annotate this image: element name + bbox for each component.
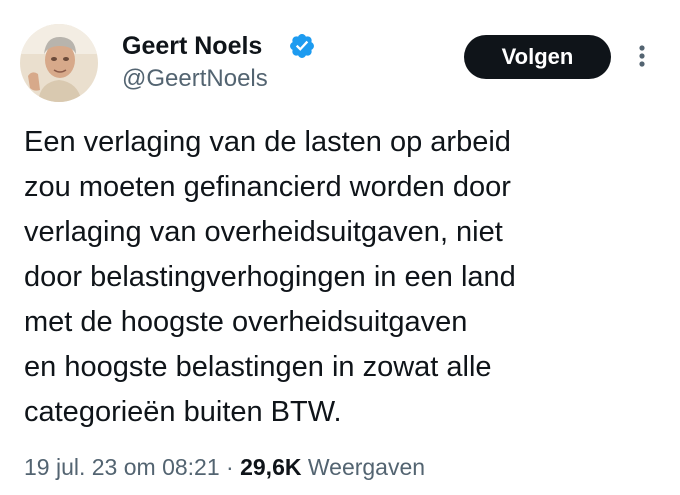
views-label[interactable]: Weergaven xyxy=(308,454,425,480)
views-count[interactable]: 29,6K xyxy=(240,454,301,480)
follow-button[interactable]: Volgen xyxy=(464,35,611,79)
tweet-card: Geert Noels @GeertNoels Volgen Een verla… xyxy=(0,0,680,495)
author-handle[interactable]: @GeertNoels xyxy=(122,64,268,94)
tweet-timestamp[interactable]: 19 jul. 23 om 08:21 xyxy=(24,454,220,480)
tweet-meta: 19 jul. 23 om 08:21 · 29,6K Weergaven xyxy=(24,452,425,482)
avatar-image xyxy=(20,24,98,102)
avatar[interactable] xyxy=(20,24,98,102)
more-options-icon[interactable] xyxy=(628,40,656,72)
tweet-text: Een verlaging van de lasten op arbeid zo… xyxy=(24,126,516,428)
author-display-name[interactable]: Geert Noels xyxy=(122,30,262,62)
meta-separator: · xyxy=(226,454,234,480)
verified-badge-icon xyxy=(290,34,314,58)
